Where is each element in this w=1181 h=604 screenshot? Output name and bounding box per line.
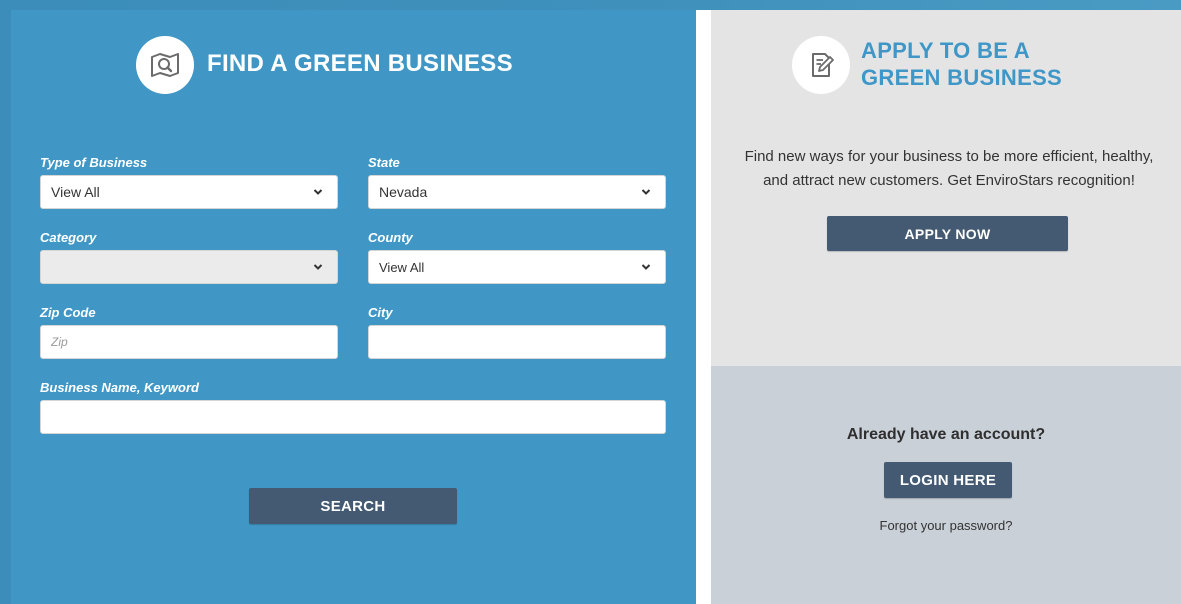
map-search-icon [151,53,179,77]
search-button[interactable]: SEARCH [249,488,457,524]
zip-code-label: Zip Code [40,305,96,320]
type-of-business-label: Type of Business [40,155,148,170]
keyword-input[interactable] [51,410,655,424]
keyword-label: Business Name, Keyword [40,380,199,395]
chevron-down-icon [641,264,651,270]
login-button[interactable]: LOGIN HERE [884,462,1012,498]
county-label: County [368,230,413,245]
forgot-password-link[interactable]: Forgot your password? [711,518,1181,533]
apply-title: APPLY TO BE A GREEN BUSINESS [861,37,1161,91]
category-label: Category [40,230,97,245]
county-value: View All [379,259,425,275]
keyword-field [40,400,666,434]
find-icon-badge [136,36,194,94]
type-of-business-select[interactable]: View All [40,175,338,209]
county-select[interactable]: View All [368,250,666,284]
panel-divider [696,10,711,604]
chevron-down-icon [313,264,323,270]
account-prompt: Already have an account? [846,426,1046,443]
zip-code-field [40,325,338,359]
state-value: Nevada [379,184,428,200]
chevron-down-icon [313,189,323,195]
city-input[interactable] [379,335,655,349]
apply-now-button[interactable]: APPLY NOW [827,216,1068,251]
chevron-down-icon [641,189,651,195]
city-label: City [368,305,393,320]
type-of-business-value: View All [51,184,100,200]
state-label: State [368,155,400,170]
apply-description: Find new ways for your business to be mo… [744,148,1154,189]
edit-document-icon [812,53,834,77]
city-field [368,325,666,359]
zip-code-input[interactable] [51,335,327,349]
find-business-title: FIND A GREEN BUSINESS [207,50,513,77]
state-select[interactable]: Nevada [368,175,666,209]
apply-icon-badge [792,36,850,94]
apply-title-line1: APPLY TO BE A [861,38,1030,63]
category-select[interactable] [40,250,338,284]
apply-title-line2: GREEN BUSINESS [861,65,1063,90]
